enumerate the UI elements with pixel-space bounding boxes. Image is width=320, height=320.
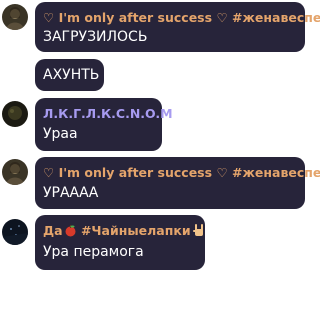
heart-icon: ♡ (43, 10, 55, 25)
heart-icon: ♡ (216, 10, 228, 25)
author-name-text: Да (43, 223, 63, 238)
avatar[interactable] (2, 219, 28, 245)
avatar[interactable] (2, 159, 28, 185)
message-bubble[interactable]: ♡ I'm only after success ♡ #женавеспер З… (35, 2, 320, 52)
message-bubble[interactable]: Л.К.Г.Л.К.С.N.O.M Ураа (35, 98, 173, 151)
author-name[interactable]: Л.К.Г.Л.К.С.N.O.M (43, 106, 173, 122)
author-name-text: Л.К.Г.Л.К.С.N.O.M (43, 106, 173, 121)
message-text: АХУНТЬ (43, 67, 100, 83)
avatar[interactable] (2, 101, 28, 127)
message-text: ЗАГРУЗИЛОСЬ (43, 29, 148, 45)
heart-icon: ♡ (43, 165, 55, 180)
message-text: Ура перамога (43, 244, 144, 260)
message-text: УРАААА (43, 185, 99, 201)
message-bubble[interactable]: Да #Чайныелапки Ура перамога (35, 215, 205, 270)
heart-icon: ♡ (216, 165, 228, 180)
rock-hand-icon (192, 223, 206, 241)
author-name[interactable]: Да #Чайныелапки (43, 223, 206, 241)
author-tag: #Чайныелапки (80, 223, 191, 238)
author-name[interactable]: ♡ I'm only after success ♡ #женавеспер (43, 165, 320, 181)
author-name-text: I'm only after success (58, 10, 213, 25)
message-text: Ураа (43, 126, 78, 142)
author-name[interactable]: ♡ I'm only after success ♡ #женавеспер (43, 10, 320, 26)
message-bubble[interactable]: ♡ I'm only after success ♡ #женавеспер У… (35, 157, 320, 209)
apple-icon (64, 224, 77, 241)
author-tag: #женавеспер (232, 165, 320, 180)
message-bubble[interactable]: АХУНТЬ (35, 59, 104, 91)
author-name-text: I'm only after success (58, 165, 213, 180)
author-tag: #женавеспер (232, 10, 320, 25)
avatar[interactable] (2, 4, 28, 30)
